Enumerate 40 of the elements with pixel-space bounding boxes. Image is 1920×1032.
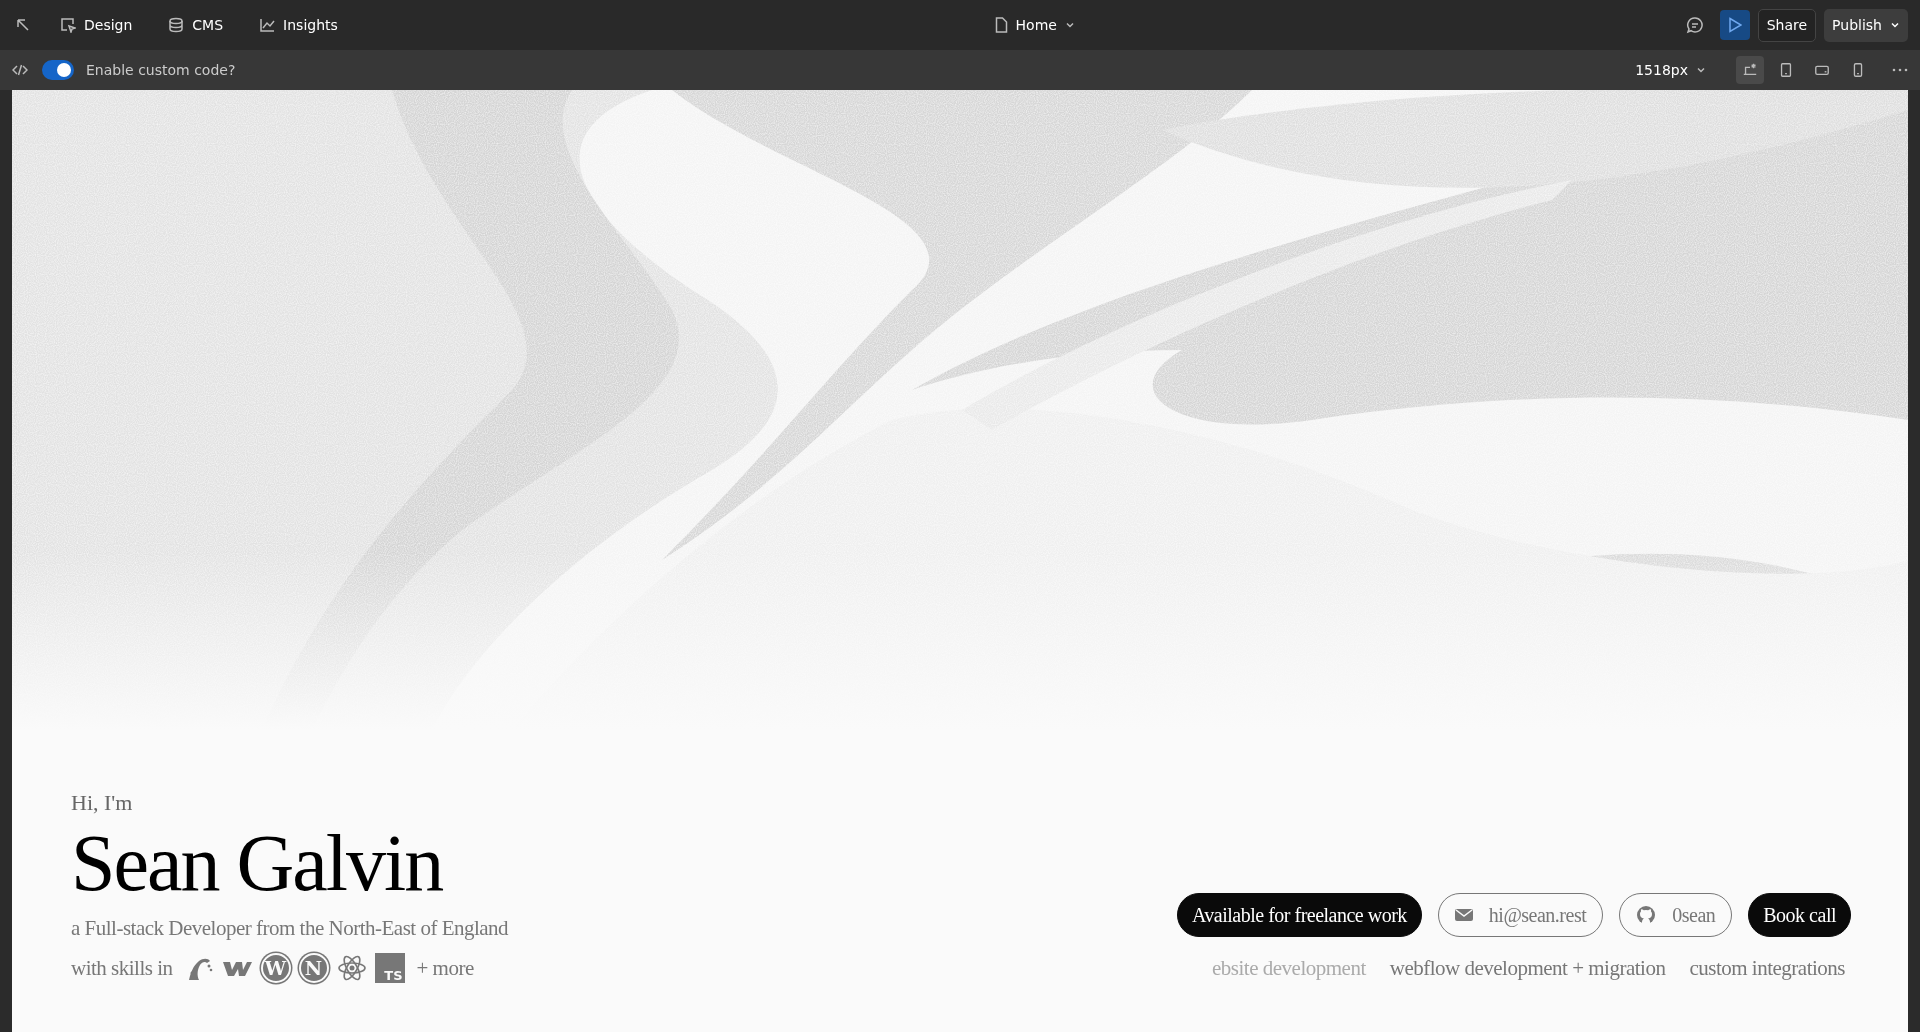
letter-logo-icon: TS (374, 953, 405, 984)
comment-icon[interactable] (1685, 16, 1704, 34)
publish-button[interactable]: Publish (1824, 8, 1908, 42)
code-icon (12, 63, 28, 77)
toggle-switch[interactable] (42, 60, 74, 80)
play-icon (1727, 17, 1742, 33)
back-arrow-icon[interactable] (16, 18, 30, 32)
tablet-icon (1778, 61, 1794, 79)
chevron-down-icon (1064, 20, 1075, 30)
breakpoint-button[interactable] (1736, 56, 1764, 84)
width-selector[interactable]: 1518px (1629, 55, 1712, 85)
toggle-label: Enable custom code? (86, 60, 236, 80)
service-text: webflow development + migration (1389, 954, 1666, 982)
nav-tab[interactable]: CMS (162, 10, 230, 40)
cursor-frame-icon (60, 17, 76, 33)
nav-tab[interactable]: Insights (253, 10, 344, 40)
chevron-down-icon (1890, 20, 1900, 30)
more-text: + more (416, 954, 474, 982)
tagline-text: a Full-stack Developer from the North-East of England (71, 915, 509, 942)
page-icon (994, 17, 1008, 33)
service-text: custom integrations (1689, 954, 1845, 982)
nav-tab[interactable]: Design (54, 10, 139, 40)
preview-button[interactable] (1719, 10, 1750, 40)
page-selector[interactable]: Home (988, 10, 1081, 40)
envelope-icon (1454, 907, 1473, 922)
more-icon[interactable] (1892, 67, 1908, 73)
skills-label: with skills in (71, 954, 173, 982)
cat-logo-icon (1636, 904, 1657, 925)
pill-button[interactable]: Book call (1748, 892, 1851, 937)
greeting-text: Hi, I'm (71, 789, 134, 817)
line-chart-icon (259, 17, 276, 33)
pill-button[interactable]: Available for freelance work (1176, 892, 1422, 937)
share-button[interactable]: Share (1757, 8, 1817, 42)
service-text: ebsite development (1212, 954, 1366, 982)
letter-logo-icon: N (298, 953, 329, 984)
database-icon (168, 17, 185, 33)
letter-logo-icon: W (260, 953, 291, 984)
name-heading: Sean Galvin (71, 823, 444, 903)
atom-icon (336, 954, 367, 983)
chevron-down-icon (1696, 65, 1706, 75)
